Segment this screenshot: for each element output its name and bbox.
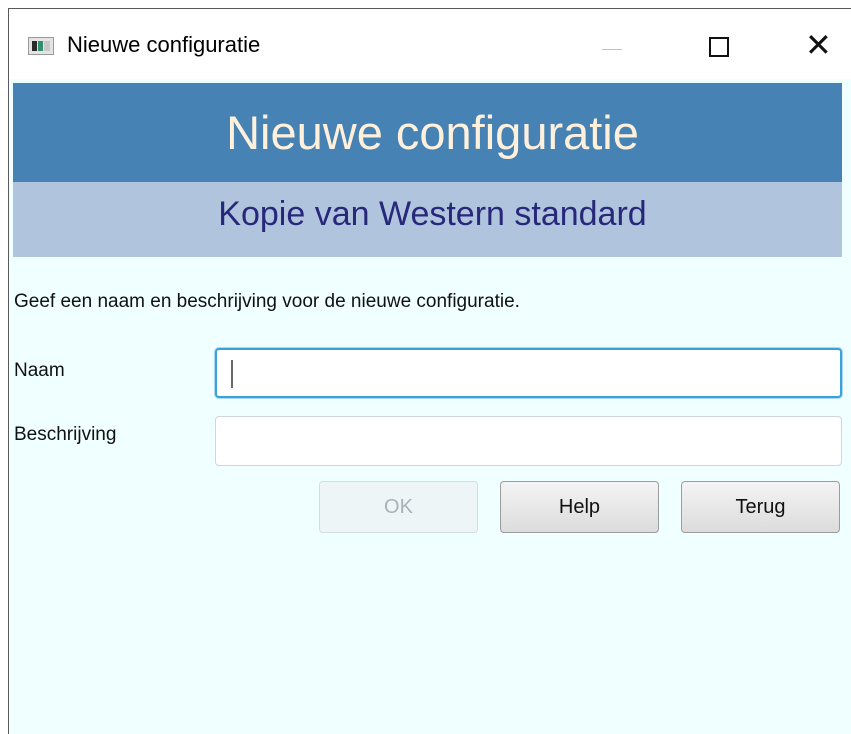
close-button[interactable]: ✕ — [787, 27, 849, 67]
name-input[interactable] — [215, 348, 842, 398]
text-caret — [231, 360, 233, 388]
instruction-text: Geef een naam en beschrijving voor de ni… — [14, 291, 520, 312]
maximize-icon — [709, 37, 729, 57]
description-input[interactable] — [215, 416, 842, 466]
window-title: Nieuwe configuratie — [67, 32, 261, 57]
back-button[interactable]: Terug — [681, 481, 840, 533]
app-window-icon — [28, 37, 54, 55]
ok-button[interactable]: OK — [319, 481, 478, 533]
description-label: Beschrijving — [14, 424, 117, 445]
page-subtitle: Kopie van Western standard — [13, 182, 842, 257]
close-icon: ✕ — [805, 26, 832, 64]
page-title: Nieuwe configuratie — [13, 83, 842, 182]
minimize-icon — [602, 49, 622, 50]
help-button[interactable]: Help — [500, 481, 659, 533]
minimize-button[interactable] — [582, 27, 644, 67]
title-bar[interactable]: Nieuwe configuratie ✕ — [9, 9, 851, 79]
name-label: Naam — [14, 360, 65, 381]
maximize-button[interactable] — [689, 27, 751, 67]
